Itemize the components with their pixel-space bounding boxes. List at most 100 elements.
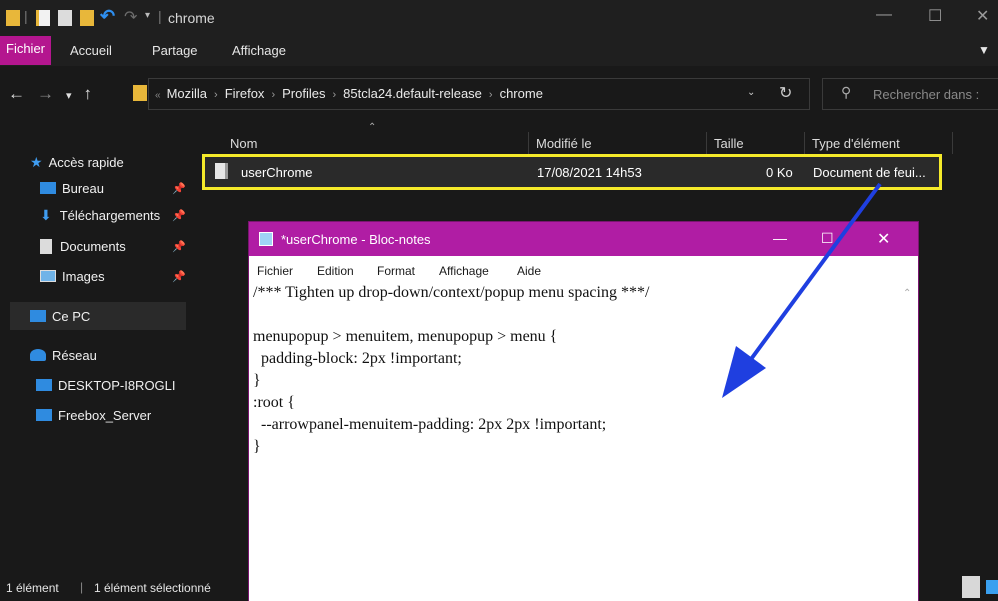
column-header-size[interactable]: Taille (714, 136, 744, 151)
tab-fichier[interactable]: Fichier (0, 36, 52, 65)
navigation-pane: ★ Accès rapide Bureau 📌 ⬇ Téléchargements … (0, 124, 196, 574)
sidebar-item-network-computer[interactable]: DESKTOP-I8ROGLI (36, 375, 176, 395)
new-folder-icon[interactable] (80, 10, 94, 26)
new-window-icon[interactable] (58, 10, 72, 26)
breadcrumb-item[interactable]: Mozilla (167, 86, 207, 101)
computer-icon (30, 310, 46, 322)
separator: | (158, 8, 162, 24)
chevron-right-icon[interactable]: › (332, 89, 336, 101)
chevron-down-icon[interactable]: ▼ (978, 43, 990, 57)
window-title: chrome (168, 10, 215, 26)
pin-icon[interactable]: 📌 (172, 270, 186, 283)
file-icon (215, 163, 228, 179)
nav-buttons: ←→▾↑ (8, 84, 104, 104)
tab-partage[interactable]: Partage (152, 43, 198, 58)
folder-icon (133, 85, 147, 101)
text-line: --arrowpanel-menuitem-padding: 2px 2px !… (253, 416, 607, 433)
sidebar-item-documents[interactable]: Documents (40, 236, 126, 256)
desktop-icon (40, 182, 56, 194)
recent-locations-icon[interactable]: ▾ (66, 90, 84, 102)
sidebar-item-quick-access[interactable]: ★ Accès rapide (30, 152, 124, 172)
sidebar-item-label: Bureau (62, 180, 104, 196)
tiles-view-icon[interactable] (986, 580, 998, 594)
sidebar-item-bureau[interactable]: Bureau (40, 178, 104, 198)
sidebar-item-this-pc[interactable]: Ce PC (30, 306, 90, 326)
column-header-name[interactable]: Nom (230, 136, 257, 151)
image-icon (40, 270, 56, 282)
chevron-right-icon[interactable]: › (214, 89, 218, 101)
close-icon[interactable]: ✕ (976, 6, 989, 26)
file-name: userChrome (241, 165, 313, 180)
overflow-icon[interactable]: « (155, 90, 161, 101)
sidebar-item-network[interactable]: Réseau (30, 345, 97, 365)
menu-format[interactable]: Format (377, 264, 415, 278)
chevron-right-icon[interactable]: › (271, 89, 275, 101)
details-view-icon[interactable] (962, 576, 980, 598)
explorer-titlebar: | ↶ ↷ ▾ | chrome — ☐ ✕ (0, 0, 998, 36)
back-icon[interactable]: ← (8, 84, 37, 103)
sidebar-item-telechargements[interactable]: ⬇ Téléchargements (40, 205, 160, 225)
text-line: } (253, 438, 261, 455)
selection-count: 1 élément sélectionné (94, 581, 211, 595)
properties-icon[interactable] (36, 10, 50, 26)
column-divider[interactable] (804, 132, 805, 154)
menu-affichage[interactable]: Affichage (439, 264, 489, 278)
breadcrumb-item[interactable]: chrome (500, 86, 543, 101)
sidebar-item-label: Images (62, 268, 105, 284)
menu-edition[interactable]: Edition (317, 264, 354, 278)
menu-fichier[interactable]: Fichier (257, 264, 293, 278)
separator: | (80, 580, 84, 594)
search-input[interactable]: Rechercher dans : (873, 87, 979, 102)
menu-aide[interactable]: Aide (517, 264, 541, 278)
undo-icon[interactable]: ↶ (100, 6, 115, 27)
folder-icon (6, 10, 20, 26)
sidebar-item-label: Freebox_Server (58, 407, 152, 423)
maximize-icon[interactable]: ☐ (928, 6, 942, 26)
search-box[interactable]: ⚲ Rechercher dans : (822, 78, 998, 110)
column-header-modified[interactable]: Modifié le (536, 136, 592, 151)
breadcrumb: « Mozilla › Firefox › Profiles › 85tcla24.defau… (155, 86, 543, 101)
column-header-type[interactable]: Type d'élément (812, 136, 900, 151)
separator: | (24, 8, 28, 24)
sidebar-item-label: Réseau (52, 347, 97, 363)
notepad-title: *userChrome - Bloc-notes (281, 232, 431, 247)
refresh-icon[interactable]: ↻ (779, 83, 792, 103)
breadcrumb-item[interactable]: Firefox (225, 86, 265, 101)
pin-icon[interactable]: 📌 (172, 240, 186, 253)
annotation-arrow (722, 182, 882, 398)
redo-icon[interactable]: ↷ (124, 7, 137, 27)
sidebar-item-images[interactable]: Images (40, 266, 105, 286)
tab-accueil[interactable]: Accueil (70, 43, 112, 58)
sidebar-item-network-computer[interactable]: Freebox_Server (36, 405, 151, 425)
up-icon[interactable]: ↑ (84, 84, 105, 103)
forward-icon[interactable]: → (37, 84, 66, 103)
navigation-bar: ←→▾↑ « Mozilla › Firefox › Profiles › 85tcla24.… (0, 66, 998, 120)
view-buttons (958, 574, 998, 601)
item-count: 1 élément (6, 581, 59, 595)
arrow-head (722, 346, 766, 398)
sidebar-item-label: DESKTOP-I8ROGLI (58, 377, 176, 393)
notepad-icon (259, 232, 273, 246)
breadcrumb-item[interactable]: Profiles (282, 86, 325, 101)
arrow-shaft (744, 182, 882, 368)
chevron-right-icon[interactable]: › (489, 89, 493, 101)
tab-affichage[interactable]: Affichage (232, 43, 286, 58)
sidebar-item-label: Ce PC (52, 308, 91, 324)
pin-icon[interactable]: 📌 (172, 182, 186, 195)
column-divider[interactable] (952, 132, 953, 154)
document-icon (40, 238, 52, 254)
customize-quickaccess-icon[interactable]: ▾ (145, 10, 150, 21)
column-divider[interactable] (528, 132, 529, 154)
file-modified: 17/08/2021 14h53 (537, 165, 642, 180)
minimize-icon[interactable]: — (876, 6, 892, 24)
ribbon: Fichier Accueil Partage Affichage ▼ (0, 36, 998, 66)
breadcrumb-item[interactable]: 85tcla24.default-release (343, 86, 482, 101)
computer-icon (36, 379, 52, 391)
computer-icon (36, 409, 52, 421)
download-icon: ⬇ (40, 206, 52, 223)
sidebar-item-label: Documents (60, 238, 126, 254)
pin-icon[interactable]: 📌 (172, 209, 186, 222)
address-bar[interactable]: « Mozilla › Firefox › Profiles › 85tcla24.defau… (133, 78, 810, 110)
column-divider[interactable] (706, 132, 707, 154)
chevron-down-icon[interactable]: ⌄ (747, 87, 755, 98)
